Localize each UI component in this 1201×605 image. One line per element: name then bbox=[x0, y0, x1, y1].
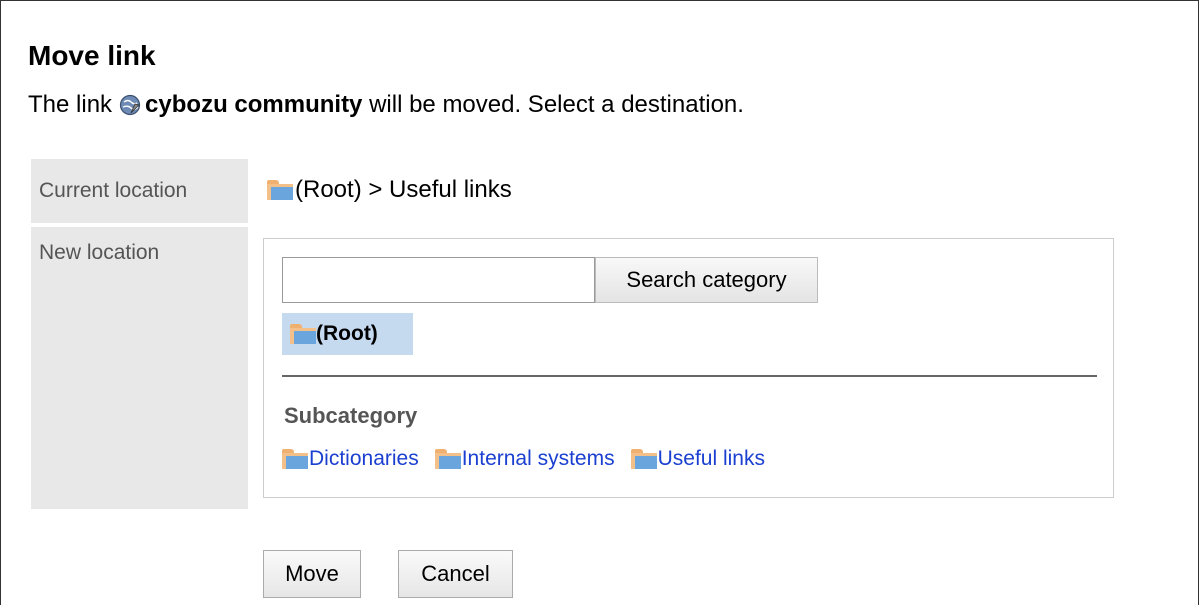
category-search-input[interactable] bbox=[282, 257, 595, 303]
description: The link cybozu community will be moved.… bbox=[28, 91, 744, 119]
selected-category-root[interactable]: (Root) bbox=[282, 313, 413, 355]
folder-icon bbox=[630, 449, 657, 469]
page-title: Move link bbox=[28, 40, 156, 71]
globe-link-icon bbox=[119, 94, 141, 116]
folder-icon bbox=[290, 324, 316, 344]
description-suffix: will be moved. Select a destination. bbox=[369, 91, 744, 118]
folder-icon bbox=[267, 180, 293, 200]
link-name: cybozu community bbox=[145, 91, 363, 118]
divider bbox=[282, 375, 1097, 377]
subcategory-link-useful-links[interactable]: Useful links bbox=[630, 447, 765, 471]
category-picker: Search category (Root) Subcategory Dicti… bbox=[263, 238, 1114, 498]
subcategory-link-internal-systems[interactable]: Internal systems bbox=[434, 447, 615, 471]
search-category-button[interactable]: Search category bbox=[595, 257, 818, 303]
subcategory-list: Dictionaries Internal systems Useful lin… bbox=[282, 447, 781, 471]
move-button[interactable]: Move bbox=[263, 550, 361, 598]
description-prefix: The link bbox=[28, 91, 113, 118]
folder-icon bbox=[282, 449, 308, 469]
subcategory-link-dictionaries[interactable]: Dictionaries bbox=[282, 447, 419, 471]
current-location-path: (Root) > Useful links bbox=[295, 176, 512, 203]
current-location-label: Current location bbox=[31, 159, 248, 223]
cancel-button[interactable]: Cancel bbox=[398, 550, 513, 598]
selected-category-label: (Root) bbox=[316, 322, 378, 345]
new-location-label: New location bbox=[31, 227, 248, 509]
folder-icon bbox=[434, 449, 461, 469]
subcategory-title: Subcategory bbox=[284, 403, 418, 428]
current-location-value: (Root) > Useful links bbox=[267, 176, 512, 204]
